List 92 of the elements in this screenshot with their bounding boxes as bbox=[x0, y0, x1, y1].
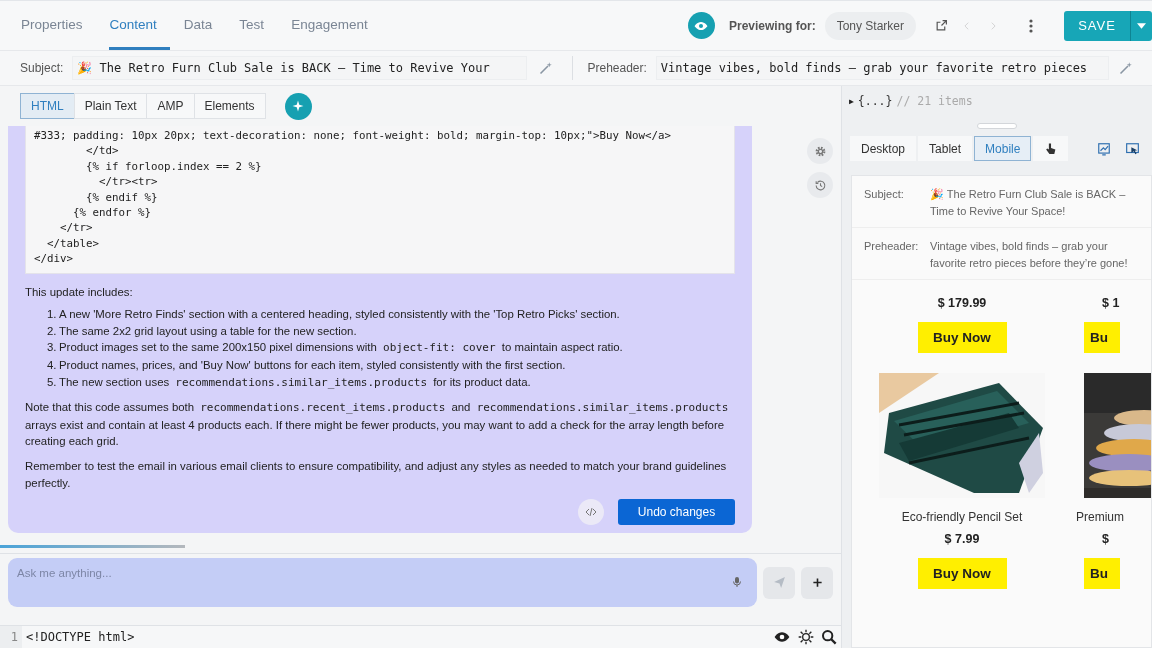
code-line: <!DOCTYPE html> bbox=[26, 630, 135, 644]
device-tab[interactable]: Tablet bbox=[918, 136, 973, 161]
sparkle-icon bbox=[292, 100, 305, 112]
code-line: #333; padding: 10px 20px; text-decoration: none; font-weight: bold; margin-top: 10px;">Buy Now</a> bbox=[34, 128, 672, 144]
json-value: {...} bbox=[857, 94, 893, 108]
search-button[interactable] bbox=[821, 629, 837, 645]
format-tab[interactable]: Elements bbox=[193, 93, 266, 119]
view-code-button[interactable] bbox=[578, 499, 604, 526]
previewing-label: Previewing for: bbox=[728, 18, 816, 33]
list-item: The new section uses recommendations.similar_items.products for its product data. bbox=[59, 374, 531, 391]
buy-now-button[interactable]: Buy Now bbox=[917, 558, 1007, 589]
list-item: Product images set to the same 200x150 pixel dimensions with object-fit: cover to maintain aspect ratio. bbox=[59, 340, 623, 357]
tab[interactable]: Test bbox=[238, 1, 278, 50]
format-tab[interactable]: HTML bbox=[20, 93, 75, 119]
format-tab[interactable]: AMP bbox=[146, 93, 195, 119]
list-item: A new 'More Retro Finds' section with a centered heading, styled consistently with the 'Top Retro Picks' section. bbox=[59, 307, 620, 323]
tab[interactable]: Properties bbox=[20, 1, 96, 50]
send-button[interactable] bbox=[763, 566, 795, 599]
list-number: 3. bbox=[47, 340, 58, 356]
recipient-selector[interactable]: Tony Starker bbox=[824, 11, 916, 40]
field-value: Vintage vibes, bold finds – grab your favorite retro pieces before they’re gone! bbox=[930, 239, 1129, 271]
history-icon bbox=[813, 178, 827, 192]
theme-button[interactable] bbox=[798, 629, 814, 645]
list-number: 2. bbox=[47, 323, 58, 339]
tab[interactable]: Engagement bbox=[290, 1, 381, 50]
settings-button[interactable] bbox=[807, 138, 833, 164]
message-paragraph: Note that this code assumes both recommendations.recent_items.products and recommendations.similar_items.products arrays exist and contain at least 4 products each. If there might be fewer products, you may want to add a check for the array length before creating each grid. bbox=[25, 400, 730, 450]
preheader-field[interactable]: Vintage vibes, bold finds – grab your favorite retro pieces bbox=[655, 56, 1109, 80]
inspect-button[interactable] bbox=[1125, 141, 1140, 156]
preheader-label: Preheader: bbox=[587, 61, 647, 75]
code-line: </table> bbox=[46, 235, 99, 252]
code-line: </tr><tr> bbox=[98, 174, 158, 190]
device-tab[interactable]: Mobile bbox=[974, 136, 1032, 161]
chart-icon bbox=[1097, 141, 1111, 156]
add-button[interactable] bbox=[801, 566, 833, 599]
field-value: 🎉 The Retro Furn Club Sale is BACK – Time to Revive Your Space! bbox=[930, 187, 1127, 219]
subject-field[interactable]: 🎉 The Retro Furn Club Sale is BACK – Time to Revive Your bbox=[72, 56, 527, 80]
message-paragraph: Remember to test the email in various email clients to ensure compatibility, and adjust any styles as needed to match your brand guidelines perfectly. bbox=[25, 459, 728, 491]
product-price: $ 1 bbox=[1102, 296, 1120, 310]
code-line: </tr> bbox=[59, 220, 93, 236]
plus-icon bbox=[811, 577, 823, 588]
code-line: </td> bbox=[85, 143, 119, 159]
device-tab[interactable]: Desktop bbox=[850, 136, 917, 161]
history-button[interactable] bbox=[807, 172, 833, 198]
list-number: 5. bbox=[47, 374, 58, 390]
tab[interactable]: Data bbox=[182, 1, 226, 50]
resize-handle[interactable] bbox=[977, 123, 1017, 129]
buy-now-button[interactable]: Bu bbox=[1084, 558, 1120, 589]
buy-now-button[interactable]: Buy Now bbox=[917, 322, 1007, 353]
list-item: The same 2x2 grid layout using a table for the new section. bbox=[59, 323, 357, 339]
kebab-icon bbox=[1029, 18, 1033, 33]
magic-wand-icon bbox=[1117, 60, 1133, 76]
product-price: $ 7.99 bbox=[944, 532, 980, 546]
pointer-hand-icon bbox=[1044, 141, 1058, 156]
list-number: 4. bbox=[47, 358, 58, 374]
interaction-tab[interactable] bbox=[1033, 136, 1069, 161]
undo-changes-button[interactable]: Undo changes bbox=[618, 499, 735, 526]
product-price: $ bbox=[1102, 532, 1109, 546]
expand-toggle[interactable]: ▶ bbox=[849, 96, 854, 106]
code-line: </div> bbox=[34, 251, 73, 267]
external-link-icon bbox=[934, 19, 948, 32]
settings-icon bbox=[813, 144, 827, 158]
code-icon bbox=[585, 506, 597, 519]
save-options-button[interactable] bbox=[1130, 10, 1152, 41]
caret-icon bbox=[1137, 22, 1146, 29]
product-name: Eco-friendly Pencil Set bbox=[901, 510, 1023, 524]
code-line: {% if forloop.index == 2 %} bbox=[85, 158, 262, 175]
subject-label: Subject: bbox=[20, 61, 64, 75]
product-price: $ 179.99 bbox=[937, 296, 987, 310]
code-line: {% endif %} bbox=[85, 189, 158, 206]
cursor-window-icon bbox=[1125, 141, 1140, 156]
preview-button[interactable] bbox=[773, 629, 791, 645]
code-line: {% endfor %} bbox=[72, 205, 151, 221]
json-comment: // 21 items bbox=[896, 94, 973, 108]
field-label: Subject: bbox=[864, 187, 905, 202]
field-label: Preheader: bbox=[864, 239, 920, 254]
chart-button[interactable] bbox=[1097, 141, 1111, 156]
format-tab[interactable]: Plain Text bbox=[73, 93, 148, 119]
product-name: Premium bbox=[1076, 510, 1124, 524]
buy-now-button[interactable]: Bu bbox=[1084, 322, 1120, 353]
list-number: 1. bbox=[47, 307, 58, 323]
sun-icon bbox=[798, 629, 814, 645]
eye-icon bbox=[773, 629, 791, 645]
microphone-icon bbox=[731, 574, 743, 590]
ask-field[interactable]: Ask me anything... bbox=[8, 558, 757, 607]
line-number: 1 bbox=[0, 626, 22, 648]
magic-wand-icon bbox=[538, 60, 554, 76]
ai-assistant-button[interactable] bbox=[284, 92, 312, 120]
message-text: This update includes: bbox=[25, 284, 134, 300]
send-icon bbox=[772, 576, 786, 589]
list-item: Product names, prices, and 'Buy Now' buttons for each item, styled consistently with the first section. bbox=[59, 358, 566, 374]
search-icon bbox=[821, 629, 837, 645]
